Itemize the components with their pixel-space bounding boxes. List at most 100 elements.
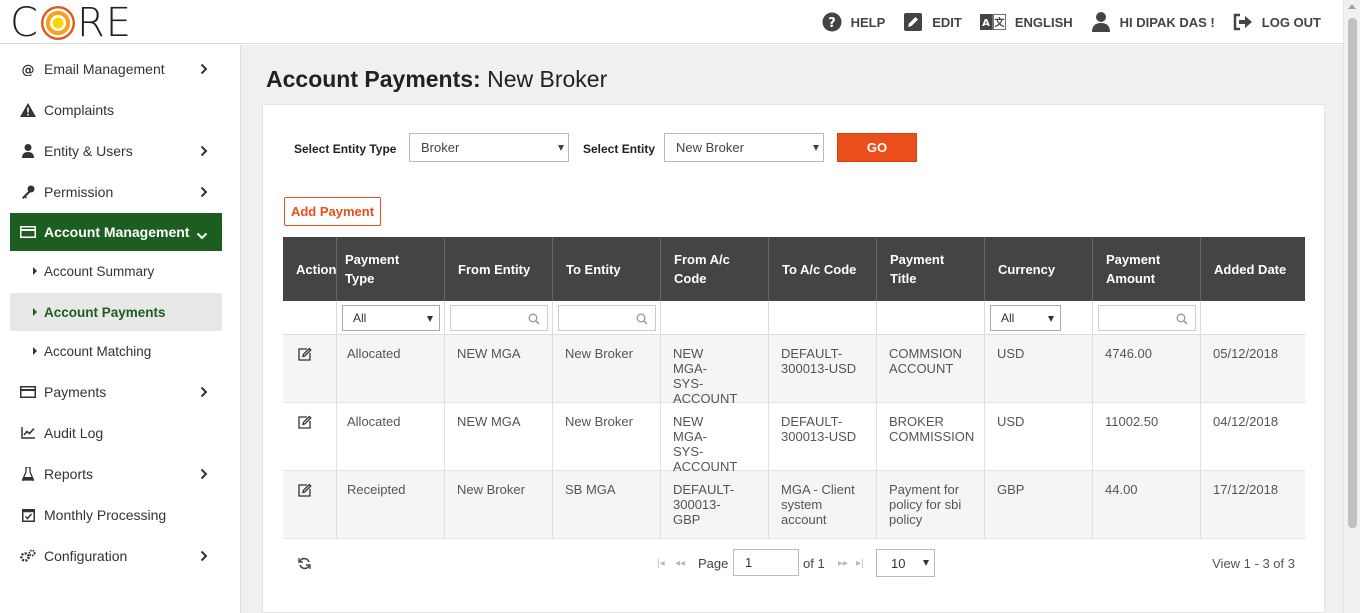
chevron-right-icon bbox=[200, 385, 208, 401]
payment-amount-filter-input[interactable] bbox=[1098, 305, 1196, 331]
column-header-payment-amount[interactable]: Payment Amount bbox=[1093, 237, 1201, 301]
go-button[interactable]: GO bbox=[837, 133, 917, 162]
sidebar-item-account-management[interactable]: Account Management bbox=[10, 213, 222, 251]
svg-text:A: A bbox=[982, 18, 990, 29]
logout-link[interactable]: LOG OUT bbox=[1233, 12, 1321, 32]
entity-select[interactable]: New Broker bbox=[664, 133, 824, 162]
column-header-payment-title[interactable]: Payment Title bbox=[877, 237, 985, 301]
cell-payment-amount: 44.00 bbox=[1093, 471, 1201, 539]
prev-page-icon[interactable]: ◂◂ bbox=[675, 558, 685, 569]
refresh-icon[interactable] bbox=[298, 557, 311, 575]
at-icon: @ bbox=[20, 61, 36, 77]
page-count-label: of 1 bbox=[803, 556, 825, 571]
table-row: Allocated NEW MGA New Broker NEW MGA-SYS… bbox=[283, 335, 1305, 403]
sidebar-item-audit-log[interactable]: Audit Log bbox=[10, 414, 222, 452]
last-page-icon[interactable]: ▸| bbox=[856, 558, 864, 569]
from-entity-filter-input[interactable] bbox=[450, 305, 548, 331]
user-menu[interactable]: HI DIPAK DAS ! bbox=[1091, 12, 1215, 32]
core-logo[interactable]: C RE bbox=[10, 3, 132, 43]
cell-to-ac-code: DEFAULT-300013-USD bbox=[769, 403, 877, 471]
cell-payment-title: COMMSION ACCOUNT bbox=[877, 335, 985, 403]
dropdown-arrow-icon bbox=[558, 145, 564, 151]
chevron-right-icon bbox=[200, 144, 208, 160]
sidebar-item-payments[interactable]: Payments bbox=[10, 373, 222, 411]
sidebar-item-complaints[interactable]: Complaints bbox=[10, 91, 222, 129]
chevron-right-icon bbox=[200, 185, 208, 201]
page-label: Page bbox=[698, 556, 729, 571]
sidebar-item-monthly-processing[interactable]: Monthly Processing bbox=[10, 496, 222, 534]
search-icon bbox=[528, 312, 540, 330]
column-header-to-entity[interactable]: To Entity bbox=[553, 237, 661, 301]
cell-to-ac-code: MGA - Client system account bbox=[769, 471, 877, 539]
to-entity-filter-input[interactable] bbox=[558, 305, 656, 331]
column-header-currency[interactable]: Currency bbox=[985, 237, 1093, 301]
sidebar-item-label: Configuration bbox=[44, 548, 128, 564]
main-content: Account Payments: New Broker Select Enti… bbox=[241, 45, 1343, 613]
grid-filter-row: All All bbox=[283, 301, 1305, 335]
column-header-payment-type[interactable]: Payment Type bbox=[337, 237, 445, 301]
page-number-input[interactable]: 1 bbox=[733, 549, 799, 576]
scrollbar-thumb[interactable] bbox=[1348, 18, 1357, 528]
sidebar-item-entity-users[interactable]: Entity & Users bbox=[10, 132, 222, 170]
sidebar-item-label: Audit Log bbox=[44, 425, 104, 441]
column-header-from-entity[interactable]: From Entity bbox=[445, 237, 553, 301]
table-row: Allocated NEW MGA New Broker NEW MGA-SYS… bbox=[283, 403, 1305, 471]
add-payment-button[interactable]: Add Payment bbox=[284, 197, 381, 226]
column-header-from-ac-code[interactable]: From A/c Code bbox=[661, 237, 769, 301]
edit-row-icon[interactable] bbox=[298, 415, 312, 432]
card-icon bbox=[20, 224, 36, 240]
sidebar-subitem-account-payments[interactable]: Account Payments bbox=[10, 293, 222, 331]
entity-value: New Broker bbox=[676, 140, 744, 155]
cell-currency: GBP bbox=[985, 471, 1093, 539]
chevron-down-icon bbox=[196, 227, 208, 243]
column-header-to-ac-code[interactable]: To A/c Code bbox=[769, 237, 877, 301]
cell-payment-amount: 11002.50 bbox=[1093, 403, 1201, 471]
payment-type-filter[interactable]: All bbox=[342, 305, 440, 331]
sidebar-subitem-account-matching[interactable]: Account Matching bbox=[10, 332, 222, 370]
cell-from-ac-code: NEW MGA-SYS-ACCOUNT bbox=[661, 335, 769, 403]
sidebar-item-permission[interactable]: Permission bbox=[10, 173, 222, 211]
payments-panel: Select Entity Type Broker Select Entity … bbox=[262, 104, 1325, 613]
column-header-added-date[interactable]: Added Date bbox=[1201, 237, 1305, 301]
next-page-icon[interactable]: ▸▸ bbox=[838, 558, 848, 569]
top-header: C RE ? HELP EDIT A文 ENGLISH HI DIPAK DAS … bbox=[0, 0, 1360, 44]
cell-payment-type: Receipted bbox=[337, 471, 445, 539]
calendar-check-icon bbox=[20, 507, 36, 523]
dropdown-arrow-icon bbox=[427, 316, 433, 322]
grid-header: Action Payment Type From Entity To Entit… bbox=[283, 237, 1305, 301]
svg-text:@: @ bbox=[22, 63, 35, 76]
sidebar-subitem-label: Account Payments bbox=[44, 304, 166, 320]
sidebar-item-configuration[interactable]: Configuration bbox=[10, 537, 222, 575]
help-link[interactable]: ? HELP bbox=[822, 12, 885, 32]
cell-payment-type: Allocated bbox=[337, 335, 445, 403]
svg-text:?: ? bbox=[828, 16, 836, 31]
page-scrollbar[interactable] bbox=[1343, 0, 1360, 613]
scroll-up-arrow-icon[interactable] bbox=[1348, 4, 1356, 9]
sidebar-item-email-management[interactable]: @ Email Management bbox=[10, 50, 222, 88]
column-header-action[interactable]: Action bbox=[283, 237, 337, 301]
svg-text:文: 文 bbox=[994, 16, 1005, 29]
entity-type-select[interactable]: Broker bbox=[409, 133, 569, 162]
chevron-right-icon bbox=[200, 467, 208, 483]
cell-added-date: 05/12/2018 bbox=[1213, 346, 1279, 361]
sidebar-subitem-account-summary[interactable]: Account Summary bbox=[10, 252, 222, 290]
entity-type-value: Broker bbox=[421, 140, 460, 155]
currency-filter[interactable]: All bbox=[990, 305, 1061, 331]
sidebar-subitem-label: Account Matching bbox=[44, 343, 152, 359]
view-records-count: View 1 - 3 of 3 bbox=[1212, 556, 1295, 571]
sidebar-item-label: Reports bbox=[44, 466, 94, 482]
cell-currency: USD bbox=[985, 403, 1093, 471]
page-size-select[interactable]: 10 bbox=[876, 549, 935, 577]
entity-type-label: Select Entity Type bbox=[294, 142, 397, 156]
edit-pencil-icon bbox=[903, 12, 923, 32]
cell-currency: USD bbox=[985, 335, 1093, 403]
edit-row-icon[interactable] bbox=[298, 347, 312, 364]
cell-added-date: 17/12/2018 bbox=[1213, 482, 1279, 497]
language-label: ENGLISH bbox=[1014, 14, 1073, 30]
edit-link[interactable]: EDIT bbox=[903, 12, 962, 32]
language-link[interactable]: A文 ENGLISH bbox=[979, 12, 1073, 32]
sidebar-item-reports[interactable]: Reports bbox=[10, 455, 222, 493]
first-page-icon[interactable]: |◂ bbox=[657, 558, 665, 569]
edit-row-icon[interactable] bbox=[298, 483, 312, 500]
sidebar-subitem-label: Account Summary bbox=[44, 263, 155, 279]
